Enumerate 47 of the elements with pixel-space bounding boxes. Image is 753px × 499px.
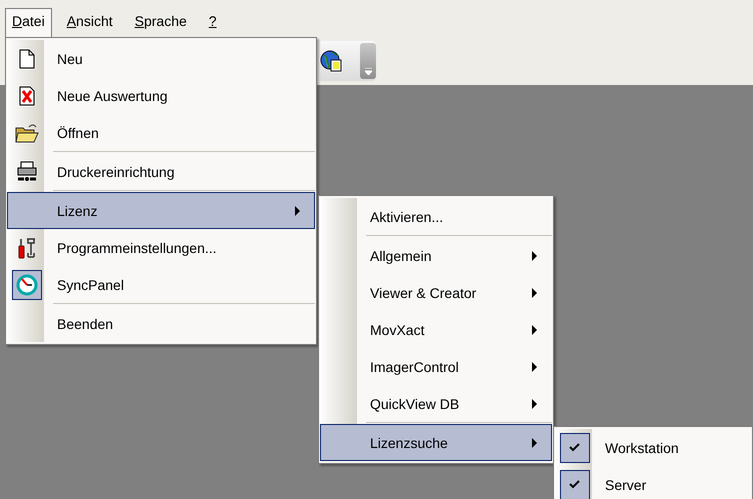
checkmark-icon: [569, 443, 580, 452]
menu-item-label: QuickView DB: [370, 396, 460, 412]
menu-item[interactable]: QuickView DB: [320, 385, 552, 422]
tools-icon: [16, 236, 38, 258]
menu-item[interactable]: Server: [555, 466, 751, 499]
document-icon: [18, 48, 34, 68]
menu-item-label: Neue Auswertung: [57, 88, 168, 104]
menu-bar-item[interactable]: ?: [202, 8, 224, 37]
globe-icon[interactable]: [320, 50, 342, 72]
menu-bar-item[interactable]: Datei: [5, 8, 52, 37]
menu-item-label: Aktivieren...: [370, 208, 444, 224]
menu-item-label: Öffnen: [57, 124, 99, 140]
menu-item[interactable]: Neue Auswertung: [7, 77, 315, 114]
menu-item[interactable]: Programmeinstellungen...: [7, 229, 315, 266]
menu-item-label: ImagerControl: [370, 358, 459, 374]
menu-bar-item[interactable]: Sprache: [128, 8, 194, 37]
checkmark-icon: [569, 480, 580, 489]
menu-item-label: Server: [605, 476, 646, 492]
menu-item-label: Allgemein: [370, 248, 432, 264]
menu-item[interactable]: MovXact: [320, 311, 552, 348]
menu-item[interactable]: Workstation: [555, 429, 751, 466]
menu-item[interactable]: Aktivieren...: [320, 198, 552, 235]
menu-item-label: Neu: [57, 50, 83, 66]
menu-item-label: Druckereinrichtung: [57, 164, 174, 180]
menu-item[interactable]: SyncPanel: [7, 266, 315, 303]
toolbar-overflow-button[interactable]: [360, 43, 376, 79]
folder-icon: [14, 122, 38, 142]
x-document-icon: [18, 86, 34, 106]
printer-icon: [16, 160, 38, 182]
menu-item-label: Workstation: [605, 440, 679, 456]
menu-item[interactable]: ImagerControl: [320, 348, 552, 385]
menu-item[interactable]: Viewer & Creator: [320, 274, 552, 311]
menu-bar-item[interactable]: Ansicht: [60, 8, 120, 37]
menu-item[interactable]: Lizenzsuche: [320, 424, 552, 461]
chevron-down-icon: [364, 68, 372, 75]
menu-item[interactable]: Lizenz: [7, 192, 315, 229]
menu-item-label: Lizenz: [57, 202, 98, 218]
menu-item[interactable]: Allgemein: [320, 237, 552, 274]
menu-item[interactable]: Druckereinrichtung: [7, 153, 315, 190]
menu-item[interactable]: Beenden: [7, 305, 315, 342]
menu-item-label: Beenden: [57, 316, 114, 332]
menu-item[interactable]: Öffnen: [7, 114, 315, 151]
menu-item-label: Programmeinstellungen...: [57, 240, 217, 256]
menu-item-label: SyncPanel: [57, 276, 124, 292]
menu-item-label: MovXact: [370, 322, 424, 338]
menu-item-label: Viewer & Creator: [370, 284, 476, 300]
menu-item-label: Lizenzsuche: [370, 434, 448, 450]
